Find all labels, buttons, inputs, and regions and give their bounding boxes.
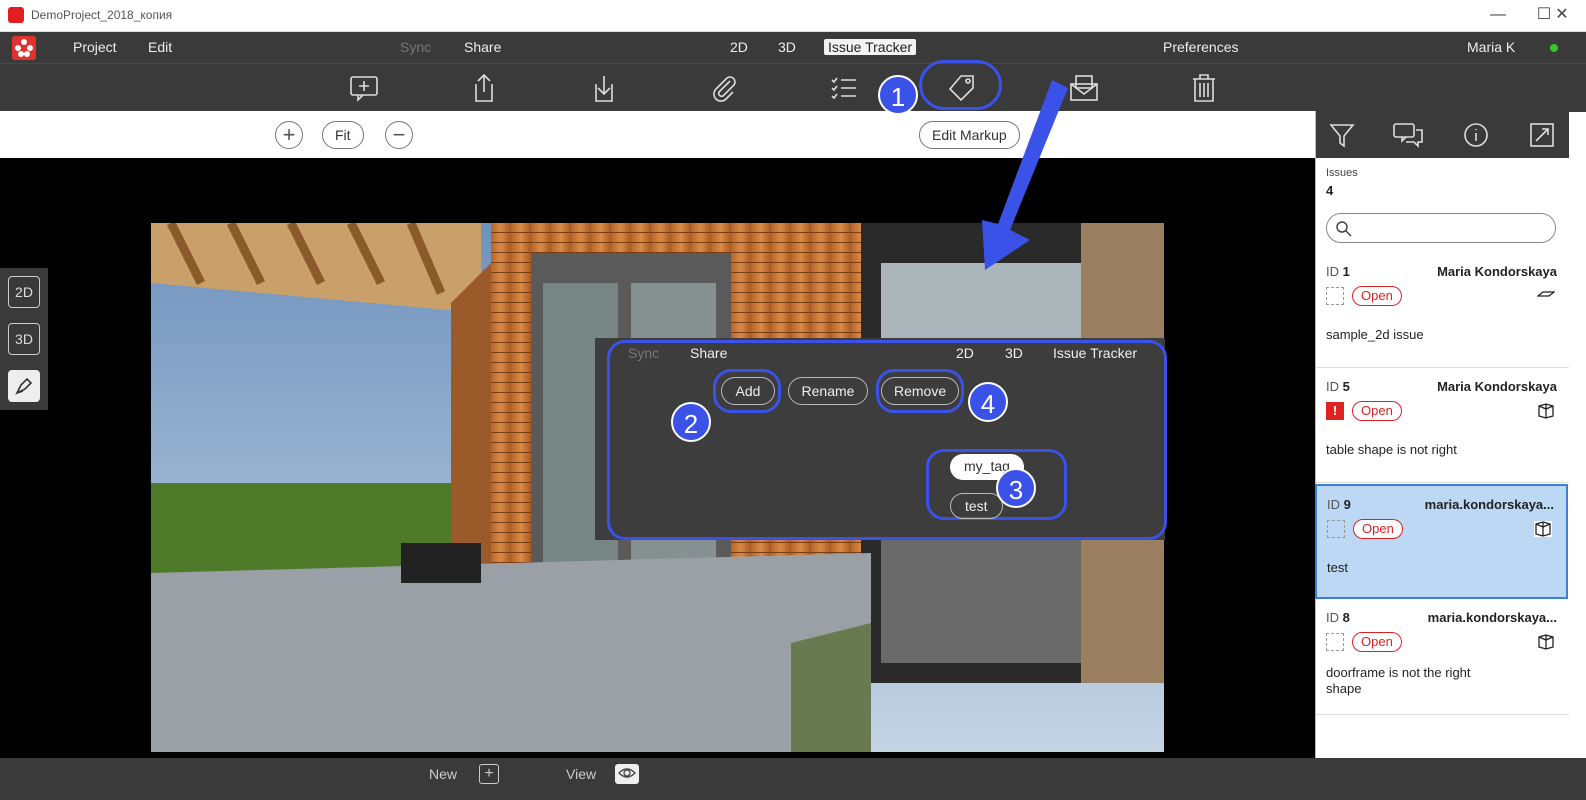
issue-id: ID 1 <box>1326 264 1350 279</box>
issues-panel-toolbar <box>1316 111 1569 158</box>
issue-id: ID 9 <box>1327 497 1351 512</box>
main-toolbar <box>0 63 1586 112</box>
menu-view-2d[interactable]: 2D <box>730 39 748 55</box>
2d-markup-icon <box>1537 291 1555 297</box>
rename-tag-button[interactable]: Rename <box>788 377 868 405</box>
expand-icon[interactable] <box>1528 121 1556 154</box>
attach-icon[interactable] <box>708 72 740 104</box>
3d-view-icon <box>1534 521 1552 537</box>
new-comment-icon[interactable] <box>348 72 380 104</box>
menu-edit[interactable]: Edit <box>148 39 172 55</box>
issue-card[interactable]: ID 8 maria.kondorskaya... Open doorframe… <box>1316 599 1569 715</box>
menu-project[interactable]: Project <box>73 39 117 55</box>
issue-author: Maria Kondorskaya <box>1437 264 1557 279</box>
issue-card[interactable]: ID 1 Maria Kondorskaya Open sample_2d is… <box>1316 253 1569 368</box>
view-label: View <box>566 766 597 782</box>
issue-id: ID 5 <box>1326 379 1350 394</box>
view-3d-button[interactable]: 3D <box>8 323 40 355</box>
issue-card-selected[interactable]: ID 9 maria.kondorskaya... Open test <box>1315 484 1568 599</box>
issue-card[interactable]: ID 5 Maria Kondorskaya ! Open table shap… <box>1316 368 1569 483</box>
info-icon[interactable] <box>1462 121 1490 154</box>
menu-sync[interactable]: Sync <box>400 39 431 55</box>
issues-count: 4 <box>1326 183 1334 198</box>
online-status-indicator <box>1550 44 1558 52</box>
fit-button[interactable]: Fit <box>322 121 364 149</box>
menu-preferences[interactable]: Preferences <box>1163 39 1238 55</box>
annotation-badge-4: 4 <box>968 382 1008 422</box>
issue-description: table shape is not right <box>1326 442 1457 457</box>
window-title: DemoProject_2018_копия <box>31 8 173 22</box>
issue-description: test <box>1327 560 1348 575</box>
close-button[interactable]: ✕ <box>1540 4 1584 26</box>
issue-author: Maria Kondorskaya <box>1437 379 1557 394</box>
download-icon[interactable] <box>588 72 620 104</box>
search-icon <box>1336 221 1352 237</box>
view-controls-bar: + Fit − Edit Markup <box>0 111 1331 158</box>
bottom-bar: New + View <box>0 758 1586 800</box>
eye-icon[interactable] <box>615 764 639 784</box>
tag-icon-highlight <box>919 60 1002 110</box>
issue-priority-checkbox[interactable] <box>1326 633 1344 651</box>
issue-search-input[interactable] <box>1326 213 1556 243</box>
comments-icon[interactable] <box>1392 121 1424 154</box>
checklist-icon[interactable] <box>828 72 860 104</box>
issue-status-badge[interactable]: Open <box>1353 519 1403 539</box>
zoom-in-button[interactable]: + <box>275 121 303 149</box>
upload-icon[interactable] <box>468 72 500 104</box>
markup-pen-button[interactable] <box>8 370 40 402</box>
left-view-tools: 2D 3D <box>0 268 48 410</box>
issue-status-badge[interactable]: Open <box>1352 632 1402 652</box>
new-label: New <box>429 766 458 782</box>
annotation-badge-1: 1 <box>878 75 918 115</box>
issue-author: maria.kondorskaya... <box>1424 497 1554 512</box>
remove-tag-button[interactable]: Remove <box>881 377 959 405</box>
issue-id: ID 8 <box>1326 610 1350 625</box>
issues-label: Issues <box>1326 167 1358 179</box>
filter-icon[interactable] <box>1328 121 1356 154</box>
menu-view-3d[interactable]: 3D <box>778 39 796 55</box>
new-issue-icon[interactable]: + <box>479 764 499 784</box>
tag-chip[interactable]: test <box>950 493 1003 519</box>
trash-icon[interactable] <box>1188 72 1220 104</box>
issue-description: sample_2d issue <box>1326 327 1424 342</box>
issue-priority-high-icon[interactable]: ! <box>1326 402 1344 420</box>
issue-priority-checkbox[interactable] <box>1327 520 1345 538</box>
user-name[interactable]: Maria K <box>1467 39 1515 55</box>
issue-author: maria.kondorskaya... <box>1427 610 1557 625</box>
3d-view-icon <box>1538 634 1554 650</box>
annotation-badge-2: 2 <box>671 402 711 442</box>
issue-status-badge[interactable]: Open <box>1352 401 1402 421</box>
menu-issue-tracker[interactable]: Issue Tracker <box>824 39 917 55</box>
issue-status-badge[interactable]: Open <box>1352 286 1402 306</box>
issue-description: doorframe is not the right shape <box>1326 665 1471 696</box>
annotation-badge-3: 3 <box>996 468 1036 508</box>
zoom-out-button[interactable]: − <box>385 121 413 149</box>
issues-panel: Issues 4 ID 1 Maria Kondorskaya Open sam… <box>1315 111 1569 758</box>
issue-priority-checkbox[interactable] <box>1326 287 1344 305</box>
window-titlebar: DemoProject_2018_копия — ☐ ✕ <box>0 0 1586 32</box>
add-tag-button[interactable]: Add <box>721 377 775 405</box>
menu-share[interactable]: Share <box>464 39 501 55</box>
view-2d-button[interactable]: 2D <box>8 276 40 308</box>
3d-view-icon <box>1538 403 1554 419</box>
menu-bar: Project Edit Sync Share 2D 3D Issue Trac… <box>0 32 1586 63</box>
app-logo-icon <box>8 7 24 23</box>
brand-logo-icon <box>12 36 36 60</box>
